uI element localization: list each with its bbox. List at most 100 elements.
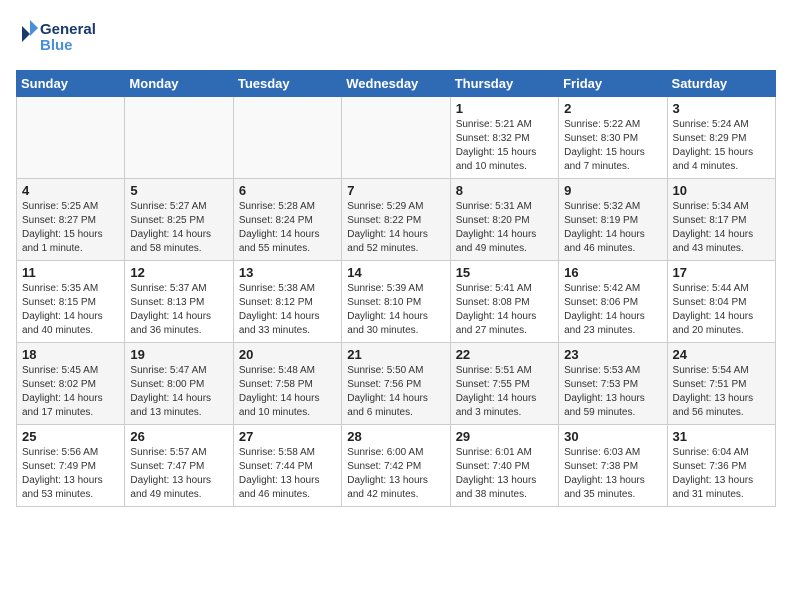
day-info: Sunrise: 5:37 AM Sunset: 8:13 PM Dayligh…: [130, 282, 227, 338]
day-info: Sunrise: 5:35 AM Sunset: 8:15 PM Dayligh…: [22, 282, 119, 338]
day-info: Sunrise: 5:22 AM Sunset: 8:30 PM Dayligh…: [564, 118, 661, 174]
day-info: Sunrise: 5:24 AM Sunset: 8:29 PM Dayligh…: [673, 118, 770, 174]
day-number: 25: [22, 429, 119, 444]
day-number: 18: [22, 347, 119, 362]
calendar-day-cell: 26 Sunrise: 5:57 AM Sunset: 7:47 PM Dayli…: [125, 425, 233, 507]
calendar-day-cell: [233, 97, 341, 179]
day-number: 30: [564, 429, 661, 444]
calendar-week-row: 1 Sunrise: 5:21 AM Sunset: 8:32 PM Daylig…: [17, 97, 776, 179]
calendar-day-cell: 19Sunrise: 5:47 AM Sunset: 8:00 PM Dayli…: [125, 343, 233, 425]
calendar-table: SundayMondayTuesdayWednesdayThursdayFrid…: [16, 70, 776, 507]
day-info: Sunrise: 6:00 AM Sunset: 7:42 PM Dayligh…: [347, 446, 444, 502]
day-info: Sunrise: 5:57 AM Sunset: 7:47 PM Dayligh…: [130, 446, 227, 502]
calendar-day-cell: 9 Sunrise: 5:32 AM Sunset: 8:19 PM Daylig…: [559, 179, 667, 261]
day-number: 27: [239, 429, 336, 444]
page-header: GeneralBlue: [16, 16, 776, 60]
day-info: Sunrise: 5:38 AM Sunset: 8:12 PM Dayligh…: [239, 282, 336, 338]
weekday-header: Saturday: [667, 71, 775, 97]
day-info: Sunrise: 5:50 AM Sunset: 7:56 PM Dayligh…: [347, 364, 444, 420]
calendar-week-row: 11Sunrise: 5:35 AM Sunset: 8:15 PM Dayli…: [17, 261, 776, 343]
svg-text:General: General: [40, 21, 96, 38]
day-info: Sunrise: 5:39 AM Sunset: 8:10 PM Dayligh…: [347, 282, 444, 338]
calendar-week-row: 25 Sunrise: 5:56 AM Sunset: 7:49 PM Dayli…: [17, 425, 776, 507]
calendar-day-cell: 29 Sunrise: 6:01 AM Sunset: 7:40 PM Dayli…: [450, 425, 558, 507]
calendar-day-cell: 24 Sunrise: 5:54 AM Sunset: 7:51 PM Dayli…: [667, 343, 775, 425]
calendar-week-row: 4Sunrise: 5:25 AM Sunset: 8:27 PM Daylig…: [17, 179, 776, 261]
weekday-header: Wednesday: [342, 71, 450, 97]
logo: GeneralBlue: [16, 16, 96, 60]
calendar-day-cell: [17, 97, 125, 179]
calendar-week-row: 18 Sunrise: 5:45 AM Sunset: 8:02 PM Dayli…: [17, 343, 776, 425]
day-number: 26: [130, 429, 227, 444]
day-info: Sunrise: 5:32 AM Sunset: 8:19 PM Dayligh…: [564, 200, 661, 256]
day-number: 21: [347, 347, 444, 362]
day-info: Sunrise: 5:56 AM Sunset: 7:49 PM Dayligh…: [22, 446, 119, 502]
day-info: Sunrise: 5:54 AM Sunset: 7:51 PM Dayligh…: [673, 364, 770, 420]
day-info: Sunrise: 5:47 AM Sunset: 8:00 PM Dayligh…: [130, 364, 227, 420]
day-info: Sunrise: 5:51 AM Sunset: 7:55 PM Dayligh…: [456, 364, 553, 420]
day-number: 17: [673, 265, 770, 280]
day-info: Sunrise: 6:04 AM Sunset: 7:36 PM Dayligh…: [673, 446, 770, 502]
calendar-day-cell: 14 Sunrise: 5:39 AM Sunset: 8:10 PM Dayli…: [342, 261, 450, 343]
calendar-day-cell: 12 Sunrise: 5:37 AM Sunset: 8:13 PM Dayli…: [125, 261, 233, 343]
calendar-day-cell: 5 Sunrise: 5:27 AM Sunset: 8:25 PM Daylig…: [125, 179, 233, 261]
day-info: Sunrise: 5:48 AM Sunset: 7:58 PM Dayligh…: [239, 364, 336, 420]
calendar-day-cell: 23Sunrise: 5:53 AM Sunset: 7:53 PM Dayli…: [559, 343, 667, 425]
calendar-day-cell: 31 Sunrise: 6:04 AM Sunset: 7:36 PM Dayli…: [667, 425, 775, 507]
calendar-day-cell: 3 Sunrise: 5:24 AM Sunset: 8:29 PM Daylig…: [667, 97, 775, 179]
weekday-header: Tuesday: [233, 71, 341, 97]
day-info: Sunrise: 5:34 AM Sunset: 8:17 PM Dayligh…: [673, 200, 770, 256]
day-number: 6: [239, 183, 336, 198]
calendar-day-cell: [125, 97, 233, 179]
calendar-day-cell: 27 Sunrise: 5:58 AM Sunset: 7:44 PM Dayli…: [233, 425, 341, 507]
day-number: 20: [239, 347, 336, 362]
calendar-day-cell: 1 Sunrise: 5:21 AM Sunset: 8:32 PM Daylig…: [450, 97, 558, 179]
day-info: Sunrise: 5:29 AM Sunset: 8:22 PM Dayligh…: [347, 200, 444, 256]
calendar-day-cell: 15Sunrise: 5:41 AM Sunset: 8:08 PM Dayli…: [450, 261, 558, 343]
weekday-header: Thursday: [450, 71, 558, 97]
svg-text:Blue: Blue: [40, 37, 73, 54]
day-info: Sunrise: 5:42 AM Sunset: 8:06 PM Dayligh…: [564, 282, 661, 338]
weekday-header: Sunday: [17, 71, 125, 97]
day-info: Sunrise: 5:31 AM Sunset: 8:20 PM Dayligh…: [456, 200, 553, 256]
day-info: Sunrise: 6:01 AM Sunset: 7:40 PM Dayligh…: [456, 446, 553, 502]
day-number: 23: [564, 347, 661, 362]
day-number: 5: [130, 183, 227, 198]
day-info: Sunrise: 5:44 AM Sunset: 8:04 PM Dayligh…: [673, 282, 770, 338]
day-number: 8: [456, 183, 553, 198]
calendar-day-cell: 21 Sunrise: 5:50 AM Sunset: 7:56 PM Dayli…: [342, 343, 450, 425]
day-number: 31: [673, 429, 770, 444]
day-number: 14: [347, 265, 444, 280]
day-info: Sunrise: 5:25 AM Sunset: 8:27 PM Dayligh…: [22, 200, 119, 256]
calendar-day-cell: 25 Sunrise: 5:56 AM Sunset: 7:49 PM Dayli…: [17, 425, 125, 507]
day-number: 1: [456, 101, 553, 116]
day-number: 12: [130, 265, 227, 280]
logo-svg: GeneralBlue: [16, 16, 96, 60]
calendar-day-cell: 17 Sunrise: 5:44 AM Sunset: 8:04 PM Dayli…: [667, 261, 775, 343]
day-number: 9: [564, 183, 661, 198]
day-number: 3: [673, 101, 770, 116]
calendar-day-cell: 10Sunrise: 5:34 AM Sunset: 8:17 PM Dayli…: [667, 179, 775, 261]
calendar-day-cell: 2 Sunrise: 5:22 AM Sunset: 8:30 PM Daylig…: [559, 97, 667, 179]
day-info: Sunrise: 5:21 AM Sunset: 8:32 PM Dayligh…: [456, 118, 553, 174]
calendar-day-cell: 28Sunrise: 6:00 AM Sunset: 7:42 PM Dayli…: [342, 425, 450, 507]
weekday-header: Monday: [125, 71, 233, 97]
calendar-day-cell: 8 Sunrise: 5:31 AM Sunset: 8:20 PM Daylig…: [450, 179, 558, 261]
calendar-day-cell: 13Sunrise: 5:38 AM Sunset: 8:12 PM Dayli…: [233, 261, 341, 343]
calendar-day-cell: 11Sunrise: 5:35 AM Sunset: 8:15 PM Dayli…: [17, 261, 125, 343]
day-number: 16: [564, 265, 661, 280]
calendar-day-cell: 7Sunrise: 5:29 AM Sunset: 8:22 PM Daylig…: [342, 179, 450, 261]
calendar-day-cell: 18 Sunrise: 5:45 AM Sunset: 8:02 PM Dayli…: [17, 343, 125, 425]
calendar-day-cell: 20 Sunrise: 5:48 AM Sunset: 7:58 PM Dayli…: [233, 343, 341, 425]
day-number: 2: [564, 101, 661, 116]
day-info: Sunrise: 5:58 AM Sunset: 7:44 PM Dayligh…: [239, 446, 336, 502]
calendar-day-cell: 30Sunrise: 6:03 AM Sunset: 7:38 PM Dayli…: [559, 425, 667, 507]
day-number: 29: [456, 429, 553, 444]
day-number: 24: [673, 347, 770, 362]
day-number: 15: [456, 265, 553, 280]
day-info: Sunrise: 5:28 AM Sunset: 8:24 PM Dayligh…: [239, 200, 336, 256]
day-info: Sunrise: 5:45 AM Sunset: 8:02 PM Dayligh…: [22, 364, 119, 420]
calendar-day-cell: 4Sunrise: 5:25 AM Sunset: 8:27 PM Daylig…: [17, 179, 125, 261]
calendar-day-cell: 22Sunrise: 5:51 AM Sunset: 7:55 PM Dayli…: [450, 343, 558, 425]
day-info: Sunrise: 5:27 AM Sunset: 8:25 PM Dayligh…: [130, 200, 227, 256]
